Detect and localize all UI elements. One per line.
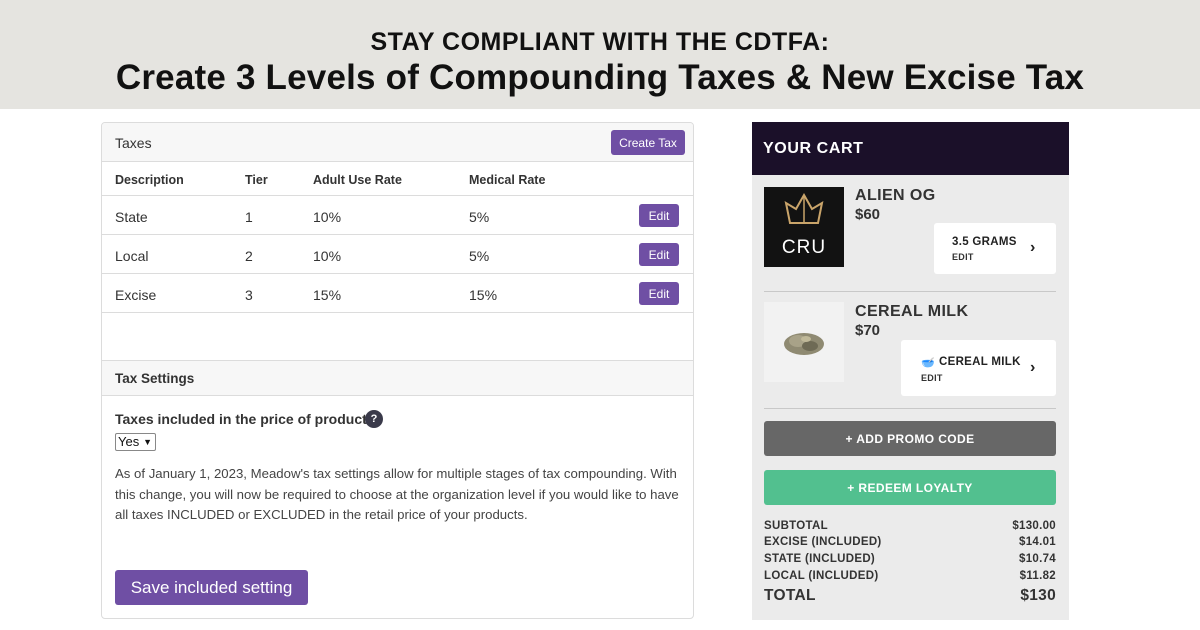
local-tax-row: LOCAL (INCLUDED) $11.82 [764,570,1056,582]
product-option-selector[interactable]: 3.5 GRAMS EDIT › [934,223,1056,274]
tax-adult-rate: 15% [313,287,342,303]
tax-description: State [115,209,148,225]
cart-panel: YOUR CART CRU ALIEN OG $60 3.5 GRAMS EDI… [752,122,1069,620]
subtotal-label: SUBTOTAL [764,520,828,532]
edit-tax-button[interactable]: Edit [639,204,679,227]
cart-title: YOUR CART [763,140,864,157]
brand-logo-text: CRU [781,237,827,258]
product-option-selector[interactable]: 🥣 CEREAL MILK EDIT › [901,340,1056,396]
cart-header: YOUR CART [752,122,1069,175]
help-icon[interactable]: ? [365,410,383,428]
chevron-right-icon: › [1030,359,1036,376]
total-row: TOTAL $130 [764,587,1056,605]
product-image-alien-og[interactable]: CRU [764,187,844,267]
table-row: Local 2 10% 5% Edit [102,235,693,274]
column-header-description: Description [115,173,184,187]
table-row: Excise 3 15% 15% Edit [102,274,693,313]
taxes-included-select[interactable]: Yes ▼ [115,433,156,451]
cart-divider [764,291,1056,292]
product-price: $70 [855,322,881,339]
tax-medical-rate: 5% [469,209,490,225]
local-tax-label: LOCAL (INCLUDED) [764,570,879,582]
taxes-panel-header: Taxes Create Tax [102,123,693,162]
edit-tax-button[interactable]: Edit [639,243,679,266]
excise-label: EXCISE (INCLUDED) [764,536,882,548]
column-header-medical-rate: Medical Rate [469,173,546,187]
tax-medical-rate: 15% [469,287,498,303]
product-price: $60 [855,206,881,223]
product-option-edit-link[interactable]: EDIT [952,252,974,262]
taxes-table: Description Tier Adult Use Rate Medical … [102,162,693,313]
tax-tier: 2 [245,248,253,264]
tax-medical-rate: 5% [469,248,490,264]
tax-settings-title: Tax Settings [115,371,195,386]
promo-banner: STAY COMPLIANT WITH THE CDTFA: Create 3 … [0,0,1200,109]
product-option-label: CEREAL MILK [939,356,1021,368]
excise-value: $14.01 [1019,536,1056,548]
tax-tier: 1 [245,209,253,225]
total-value: $130 [1020,587,1056,604]
add-promo-code-button[interactable]: + ADD PROMO CODE [764,421,1056,456]
tax-description: Excise [115,287,157,303]
redeem-loyalty-button[interactable]: + REDEEM LOYALTY [764,470,1056,505]
tax-tier: 3 [245,287,253,303]
state-tax-value: $10.74 [1019,553,1056,565]
save-included-setting-button[interactable]: Save included setting [115,570,308,605]
local-tax-value: $11.82 [1019,570,1056,582]
tax-description: Local [115,248,149,264]
banner-eyebrow: STAY COMPLIANT WITH THE CDTFA: [370,28,830,56]
taxes-included-label: Taxes included in the price of products [115,411,375,427]
product-option-label: 3.5 GRAMS [952,236,1017,248]
taxes-panel: Taxes Create Tax Description Tier Adult … [101,122,694,619]
state-tax-row: STATE (INCLUDED) $10.74 [764,553,1056,565]
state-tax-label: STATE (INCLUDED) [764,553,876,565]
create-tax-button[interactable]: Create Tax [611,130,685,155]
product-name: ALIEN OG [855,187,936,204]
table-row: State 1 10% 5% Edit [102,196,693,235]
tax-adult-rate: 10% [313,209,342,225]
taxes-panel-title: Taxes [115,135,152,151]
table-header-row: Description Tier Adult Use Rate Medical … [102,162,693,196]
product-image-cereal-milk[interactable] [764,302,844,382]
product-name: CEREAL MILK [855,303,969,320]
excise-row: EXCISE (INCLUDED) $14.01 [764,536,1056,548]
cannabis-bud-icon [784,333,824,355]
taxes-included-value: Yes [118,434,140,449]
cart-divider [764,408,1056,409]
total-label: TOTAL [764,587,816,604]
cereal-bowl-icon: 🥣 [921,357,935,369]
subtotal-row: SUBTOTAL $130.00 [764,520,1056,532]
tax-adult-rate: 10% [313,248,342,264]
product-option-edit-link[interactable]: EDIT [921,373,943,383]
column-header-adult-use-rate: Adult Use Rate [313,173,402,187]
chevron-down-icon: ▼ [143,437,152,447]
column-header-tier: Tier [245,173,268,187]
tax-settings-header: Tax Settings [102,360,693,396]
banner-headline: Create 3 Levels of Compounding Taxes & N… [115,58,1085,97]
tax-settings-description: As of January 1, 2023, Meadow's tax sett… [115,466,679,522]
subtotal-value: $130.00 [1012,520,1056,532]
crown-logo-icon [784,192,824,224]
edit-tax-button[interactable]: Edit [639,282,679,305]
chevron-right-icon: › [1030,239,1036,256]
